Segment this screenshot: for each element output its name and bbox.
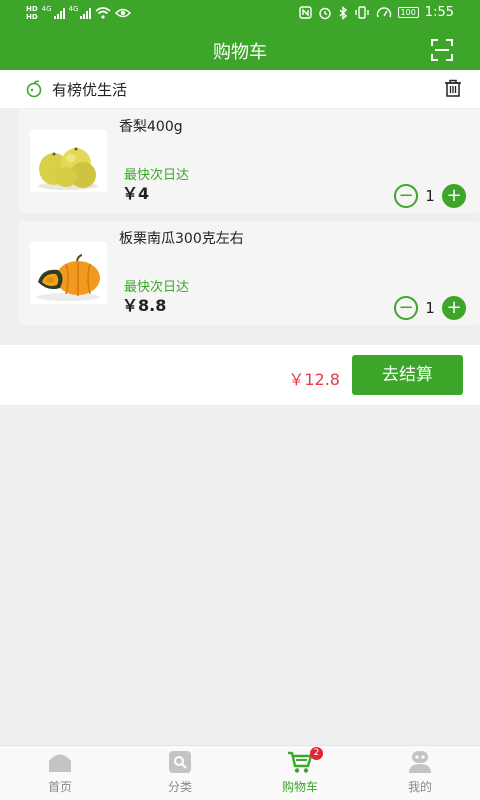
- product-name[interactable]: 香梨400g: [119, 116, 183, 136]
- decrease-quantity-button[interactable]: −: [394, 296, 418, 320]
- eye-icon: [115, 8, 132, 18]
- page-title: 购物车: [213, 42, 267, 63]
- tab-profile[interactable]: 我的: [360, 746, 480, 800]
- vibrate-icon: [354, 6, 369, 19]
- quantity-value: 1: [425, 299, 435, 317]
- tab-bar: 首页 分类 购物车 我的: [0, 745, 480, 800]
- scan-icon[interactable]: [431, 39, 453, 61]
- shop-header: 有榜优生活: [0, 70, 480, 108]
- product-image-pumpkin[interactable]: [30, 242, 107, 304]
- cart-count-badge: 2: [310, 747, 323, 760]
- increase-quantity-button[interactable]: +: [442, 184, 466, 208]
- shop-name[interactable]: 有榜优生活: [52, 79, 127, 100]
- sim-indicator: HD HD: [26, 5, 38, 21]
- trash-icon[interactable]: [444, 79, 462, 97]
- bluetooth-icon: [339, 5, 347, 20]
- network-type-1: 4G: [41, 5, 52, 13]
- clock: 1:55: [424, 5, 454, 20]
- quantity-value: 1: [425, 187, 435, 205]
- network-type-2: 4G: [68, 5, 79, 13]
- home-icon: [49, 754, 71, 772]
- signal-icon: [53, 7, 65, 19]
- tab-label: 分类: [167, 780, 192, 794]
- shop-logo-icon: [26, 80, 42, 98]
- tab-label: 我的: [407, 780, 432, 794]
- product-price: ￥8.8: [122, 296, 167, 315]
- tab-cart[interactable]: 购物车: [240, 746, 360, 800]
- wifi-icon: [95, 7, 111, 19]
- increase-quantity-button[interactable]: +: [442, 296, 466, 320]
- category-icon: [169, 751, 191, 773]
- tab-label: 购物车: [281, 780, 318, 794]
- cart-item[interactable]: 香梨400g 最快次日达 ￥4 − 1 +: [18, 109, 480, 213]
- profile-icon: [409, 751, 431, 773]
- tab-home[interactable]: 首页: [0, 746, 120, 800]
- cart-item[interactable]: 板栗南瓜300克左右 最快次日达 ￥8.8 − 1 +: [18, 221, 480, 325]
- status-bar-right: 100 1:55: [298, 5, 454, 20]
- alarm-icon: [318, 7, 331, 19]
- quantity-stepper: − 1 +: [394, 184, 466, 208]
- checkout-button[interactable]: 去结算: [352, 355, 463, 395]
- product-image-pear[interactable]: [30, 130, 107, 192]
- checkout-bar: ￥12.8 去结算: [0, 345, 480, 405]
- product-name[interactable]: 板栗南瓜300克左右: [119, 228, 244, 248]
- speed-icon: [376, 7, 391, 18]
- nfc-icon: [298, 6, 312, 19]
- product-price: ￥4: [122, 184, 150, 203]
- nav-bar: 购物车: [0, 30, 480, 70]
- decrease-quantity-button[interactable]: −: [394, 184, 418, 208]
- status-bar-left: HD HD 4G 4G: [26, 5, 132, 21]
- quantity-stepper: − 1 +: [394, 296, 466, 320]
- status-bar: HD HD 4G 4G 100 1:55: [0, 0, 480, 30]
- tab-category[interactable]: 分类: [120, 746, 240, 800]
- signal-icon-2: [80, 7, 92, 19]
- battery-icon: 100: [397, 7, 419, 18]
- tab-label: 首页: [47, 780, 72, 794]
- total-price: ￥12.8: [288, 370, 340, 389]
